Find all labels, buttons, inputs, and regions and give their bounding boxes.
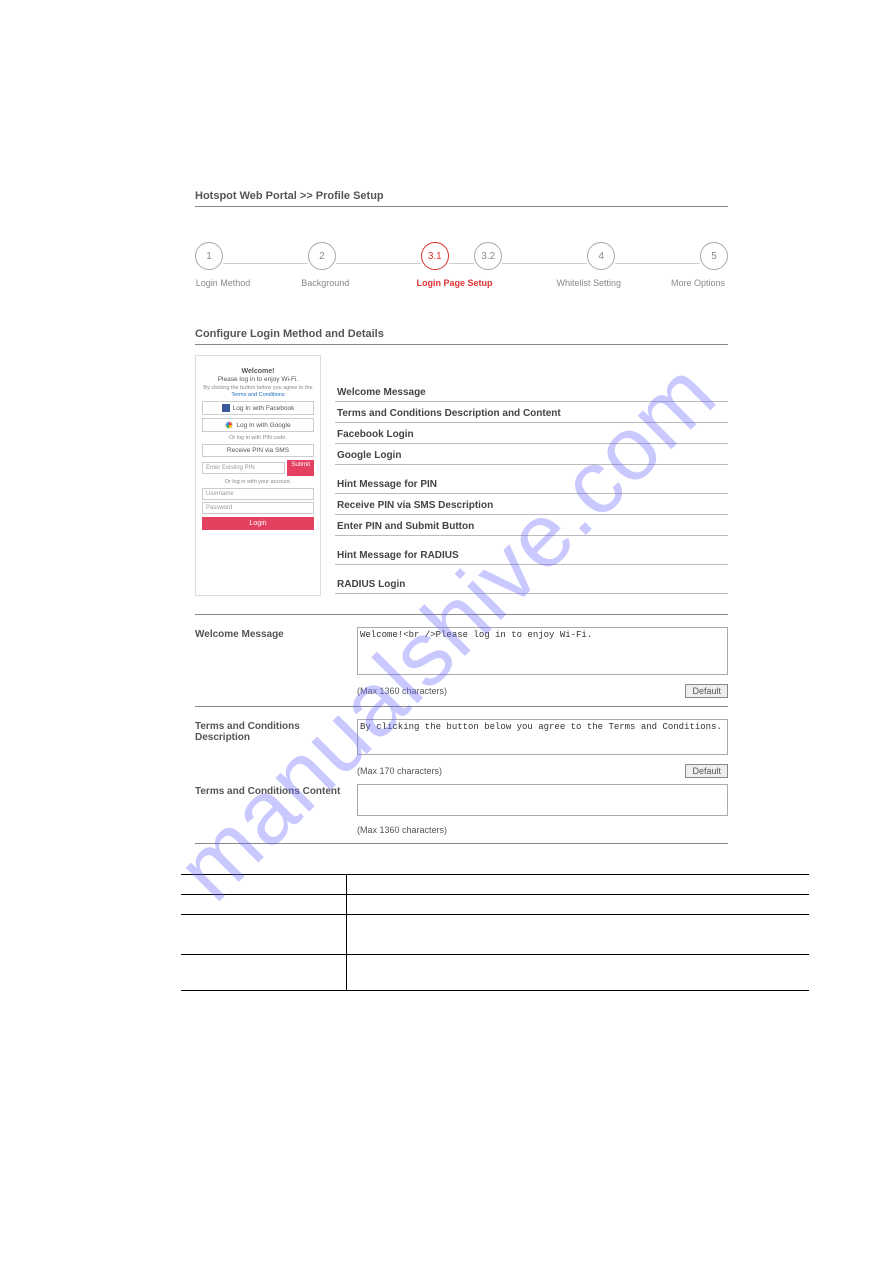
tc-description-textarea[interactable] [357, 719, 728, 755]
step-label: More Options [668, 278, 728, 288]
step-label: Login Method [195, 278, 251, 288]
facebook-label: Log In with Facebook [233, 405, 295, 412]
table-cell [346, 895, 809, 915]
step-3-1[interactable]: 3.1 [421, 242, 449, 270]
step-4[interactable]: 4 [587, 242, 615, 270]
step-line [502, 263, 587, 264]
option-enter-pin-submit[interactable]: Enter PIN and Submit Button [335, 517, 728, 536]
step-circle-active: 3.1 [421, 242, 449, 270]
divider [195, 843, 728, 844]
options-list: Welcome Message Terms and Conditions Des… [335, 355, 728, 596]
table-cell [181, 955, 346, 991]
divider [195, 706, 728, 707]
google-label: Log In with Google [236, 422, 290, 429]
breadcrumb: Hotspot Web Portal >> Profile Setup [195, 190, 728, 202]
option-welcome-message[interactable]: Welcome Message [335, 383, 728, 402]
step-3-2[interactable]: 3.2 [474, 242, 502, 270]
step-circle: 5 [700, 242, 728, 270]
option-radius-login[interactable]: RADIUS Login [335, 575, 728, 594]
tc-description-hint: (Max 170 characters) [357, 766, 442, 776]
step-label-active: Login Page Setup [400, 278, 510, 288]
progress-stepper: 1 2 3.1 3.2 4 5 [195, 242, 728, 270]
tc-description-default-button[interactable]: Default [685, 764, 728, 778]
preview-google-button[interactable]: Log In with Google [202, 418, 314, 432]
form-block: Welcome Message (Max 1360 characters) De… [195, 627, 728, 844]
step-5[interactable]: 5 [700, 242, 728, 270]
table-cell [181, 895, 346, 915]
preview-login-button[interactable]: Login [202, 517, 314, 530]
option-google-login[interactable]: Google Login [335, 446, 728, 465]
table-row [181, 895, 809, 915]
welcome-default-button[interactable]: Default [685, 684, 728, 698]
preview-submit-button[interactable]: Submit [287, 460, 314, 476]
step-circle: 3.2 [474, 242, 502, 270]
option-hint-radius[interactable]: Hint Message for RADIUS [335, 546, 728, 565]
preview-facebook-button[interactable]: Log In with Facebook [202, 401, 314, 415]
welcome-message-textarea[interactable] [357, 627, 728, 675]
divider [195, 206, 728, 207]
google-icon [225, 421, 233, 429]
step-circle: 1 [195, 242, 223, 270]
tc-description-label: Terms and Conditions Description [195, 719, 345, 743]
step-1[interactable]: 1 [195, 242, 223, 270]
option-terms-conditions[interactable]: Terms and Conditions Description and Con… [335, 404, 728, 423]
preview-welcome: Welcome! [202, 368, 314, 375]
section-title: Configure Login Method and Details [195, 328, 728, 340]
description-table [181, 874, 809, 991]
preview-subtitle: Please log in to enjoy Wi-Fi. [202, 376, 314, 383]
step-circle: 4 [587, 242, 615, 270]
login-preview-panel: Welcome! Please log in to enjoy Wi-Fi. B… [195, 355, 321, 596]
step-line [449, 263, 474, 264]
preview-tc-link[interactable]: Terms and Conditions [202, 392, 314, 398]
step-line [615, 263, 700, 264]
preview-pin-input[interactable]: Enter Existing PIN [202, 462, 285, 474]
facebook-icon [222, 404, 230, 412]
option-gap [335, 538, 728, 546]
option-hint-pin[interactable]: Hint Message for PIN [335, 475, 728, 494]
step-label: Background [290, 278, 360, 288]
welcome-message-label: Welcome Message [195, 627, 345, 640]
welcome-message-hint: (Max 1360 characters) [357, 686, 447, 696]
preview-username-input[interactable]: Username [202, 488, 314, 500]
step-label: Whitelist Setting [549, 278, 629, 288]
table-cell [346, 915, 809, 955]
step-labels: Login Method Background Login Page Setup… [195, 278, 728, 288]
config-row: Welcome! Please log in to enjoy Wi-Fi. B… [195, 355, 728, 596]
preview-receive-pin-button[interactable]: Receive PIN via SMS [202, 444, 314, 457]
option-gap [335, 467, 728, 475]
table-row [181, 915, 809, 955]
tc-content-hint: (Max 1360 characters) [357, 825, 447, 835]
table-cell [346, 875, 809, 895]
table-cell [346, 955, 809, 991]
step-line [223, 263, 308, 264]
table-cell [181, 915, 346, 955]
preview-or-account: Or log in with your account. [202, 479, 314, 485]
divider [195, 614, 728, 615]
table-row [181, 875, 809, 895]
step-2[interactable]: 2 [308, 242, 336, 270]
option-receive-pin-sms[interactable]: Receive PIN via SMS Description [335, 496, 728, 515]
preview-tc-prefix: By clicking the button below you agree t… [202, 385, 314, 391]
tc-description-row: Terms and Conditions Description (Max 17… [195, 719, 728, 778]
table-cell [181, 875, 346, 895]
option-facebook-login[interactable]: Facebook Login [335, 425, 728, 444]
table-row [181, 955, 809, 991]
tc-content-row: Terms and Conditions Content (Max 1360 c… [195, 784, 728, 835]
preview-or-pin: Or log in with PIN code. [202, 435, 314, 441]
option-gap [335, 567, 728, 575]
page: Hotspot Web Portal >> Profile Setup 1 2 … [0, 0, 893, 991]
step-circle: 2 [308, 242, 336, 270]
step-line [336, 263, 421, 264]
divider [195, 344, 728, 345]
preview-password-input[interactable]: Password [202, 502, 314, 514]
tc-content-textarea[interactable] [357, 784, 728, 816]
welcome-message-row: Welcome Message (Max 1360 characters) De… [195, 627, 728, 698]
tc-content-label: Terms and Conditions Content [195, 784, 345, 797]
